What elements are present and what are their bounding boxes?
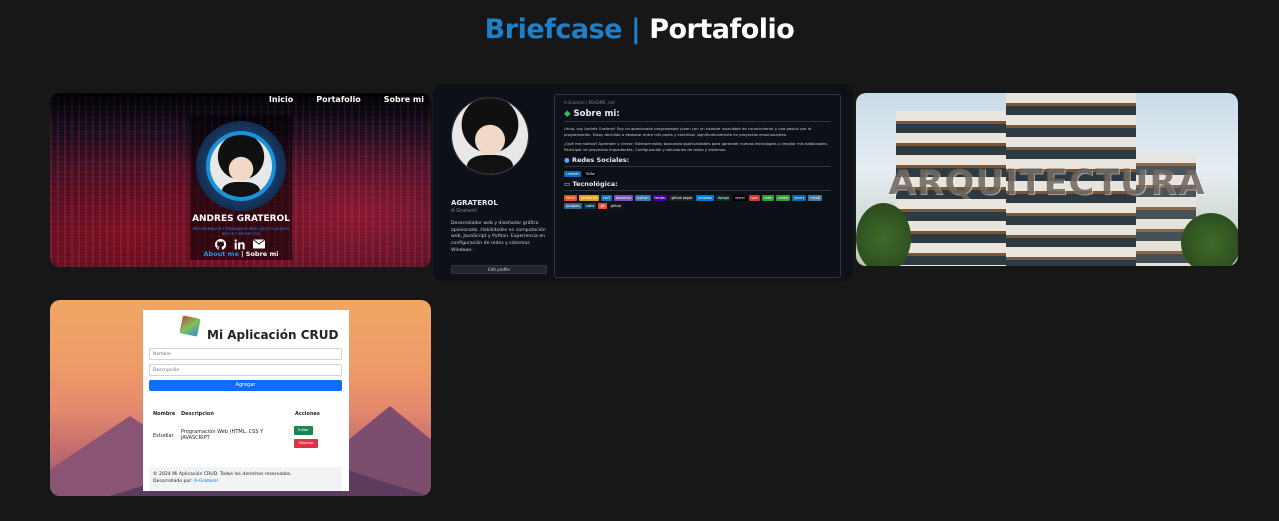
app-title: Mi Aplicación CRUD xyxy=(207,328,339,342)
overlay-title: ARQUITECTURA xyxy=(888,163,1206,203)
globe-icon: ● xyxy=(564,155,572,164)
avatar xyxy=(210,135,272,197)
portfolio-card-crud-app[interactable]: Mi Aplicación CRUD Nombre Descripción Ag… xyxy=(50,300,431,496)
sobre-mi-text: ¡Hola, soy Andrés Graterol! Soy un apasi… xyxy=(564,126,812,137)
row-descripcion: Programación Web (HTML, CSS Y JAVASCRIPT xyxy=(181,429,264,442)
tech-badge: jquery xyxy=(792,194,807,201)
tech-badge: sqlite xyxy=(583,202,597,209)
nav-inicio: Inicio xyxy=(268,95,294,104)
tech-badge: node xyxy=(761,194,774,201)
nav-sobre-mi: Sobre mi xyxy=(383,95,424,104)
row-nombre: Estudiar xyxy=(153,433,174,439)
social-badges: LinkedIn TikTok xyxy=(564,170,831,177)
crud-app-panel: Mi Aplicación CRUD Nombre Descripción Ag… xyxy=(143,310,349,491)
tech-badge: github pages xyxy=(669,194,695,201)
readme-path: A-Graterol / README .md xyxy=(564,100,615,105)
avatar-ring xyxy=(196,121,286,211)
tech-badge: windows xyxy=(696,194,715,201)
tech-badges: html5 javascript css3 bootstrap python heroku… xyxy=(564,194,831,209)
portfolio-card-github-profile[interactable]: AGRATEROL A-Graterol Desarrollador web y… xyxy=(433,84,853,281)
badge-linkedin: LinkedIn xyxy=(564,170,582,177)
tech-badge: npm xyxy=(748,194,760,201)
tech-badge: python xyxy=(635,194,651,201)
app-footer: © 2024 Mi Aplicación CRUD. Todos los der… xyxy=(149,467,342,491)
tech-badge: postgres xyxy=(564,202,582,209)
nav-portafolio: Portafolio xyxy=(316,95,361,104)
site-nav: Inicio Portafolio Sobre mi xyxy=(269,95,424,104)
add-button: Agregar xyxy=(149,380,342,391)
heading-redes: ● Redes Sociales: xyxy=(564,156,831,167)
tech-badge: git xyxy=(598,202,607,209)
link-about-me: About me xyxy=(203,250,239,258)
github-name: AGRATEROL xyxy=(451,199,498,207)
link-separator: | xyxy=(241,250,244,258)
title-accent: Briefcase xyxy=(484,14,623,45)
edit-button: Editar xyxy=(294,426,313,435)
th-descripcion: Descripcion xyxy=(181,411,214,417)
title-main: Portafolio xyxy=(649,14,795,45)
app-logo-icon xyxy=(179,315,201,337)
portfolio-card-arquitectura[interactable]: ARQUITECTURA xyxy=(856,93,1238,266)
profile-links: About me | Sobre mi xyxy=(190,250,292,258)
profile-subtitle: PROGRAMADOR Y DISEÑADOR WEB / BUSCO NUEV… xyxy=(192,227,290,236)
page-title: Briefcase | Portafolio xyxy=(0,14,1279,45)
tree xyxy=(1181,213,1238,266)
tech-badge: bootstrap xyxy=(613,194,634,201)
name-input: Nombre xyxy=(149,348,342,360)
edit-profile-button: Edit profile xyxy=(451,265,547,274)
portfolio-card-personal-site[interactable]: Inicio Portafolio Sobre mi ANDRES GRATER… xyxy=(50,93,431,267)
tech-badge: vercel xyxy=(732,194,747,201)
avatar xyxy=(451,97,529,175)
tech-badge: nodejs xyxy=(775,194,791,201)
link-sobre-mi: Sobre mi xyxy=(245,250,279,258)
delete-button: Eliminar xyxy=(294,439,318,448)
description-input: Descripción xyxy=(149,364,342,376)
heading-sobre-mi: ◆ Sobre mi: xyxy=(564,109,831,122)
th-acciones: Acciones xyxy=(295,411,320,417)
tech-badge: css3 xyxy=(600,194,612,201)
wave-icon: ◆ xyxy=(564,109,574,119)
tech-badge: html5 xyxy=(564,194,578,201)
tech-badge: django xyxy=(716,194,731,201)
motivation-text: ¿Qué me motiva? Aprender y crecer: Siemp… xyxy=(564,141,828,153)
badge-tiktok: TikTok xyxy=(583,170,598,177)
footer-dev: Desarrollado por: A-Graterol xyxy=(153,479,218,485)
title-separator: | xyxy=(630,14,641,45)
profile-name: ANDRES GRATEROL xyxy=(192,214,290,224)
tech-badge: javascript xyxy=(579,194,599,201)
footer-link: A-Graterol xyxy=(194,479,218,485)
github-handle: A-Graterol xyxy=(451,208,477,214)
tech-badge: mysql xyxy=(808,194,822,201)
tech-badge: heroku xyxy=(652,194,668,201)
tree xyxy=(856,203,911,266)
heading-tecnologica: ▭ Tecnológica: xyxy=(564,180,831,191)
readme-panel: A-Graterol / README .md ◆ Sobre mi: ¡Hol… xyxy=(554,94,841,278)
th-nombre: Nombre xyxy=(153,411,176,417)
footer-copyright: © 2024 Mi Aplicación CRUD. Todos los der… xyxy=(153,472,292,477)
tech-badge: github xyxy=(608,202,623,209)
github-bio: Desarrollador web y diseñador gráfico ap… xyxy=(451,221,546,253)
